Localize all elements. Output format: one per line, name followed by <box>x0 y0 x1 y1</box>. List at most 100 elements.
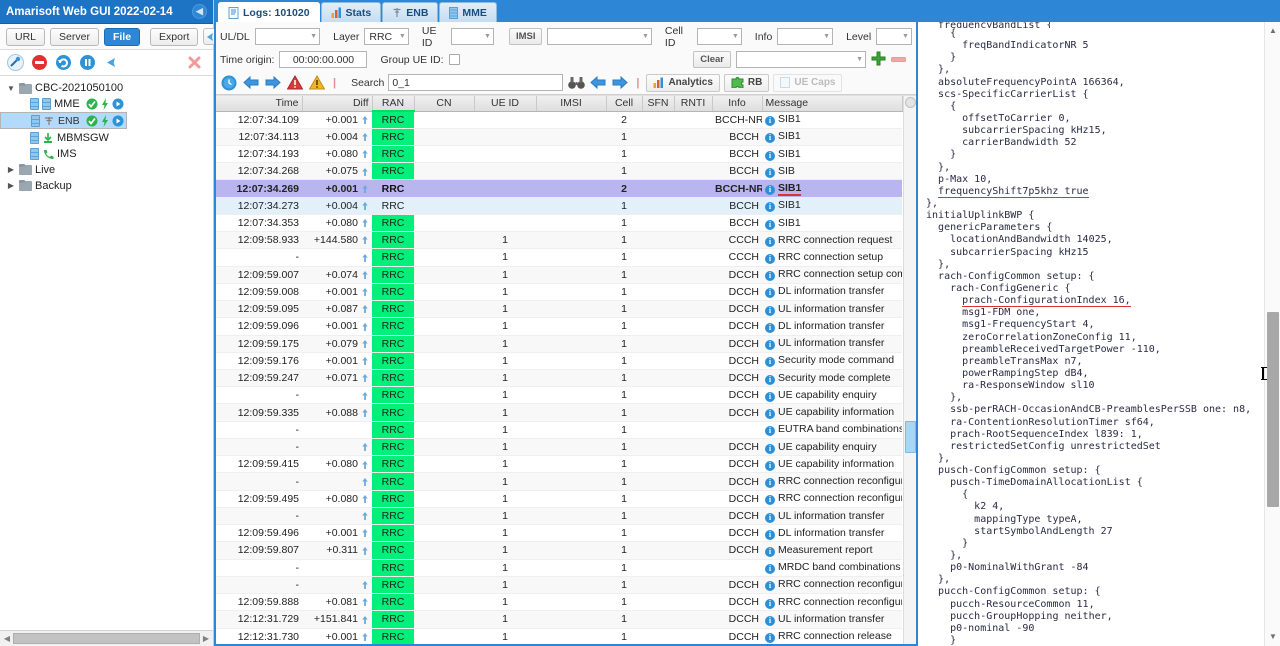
col-info[interactable]: Info <box>712 96 763 112</box>
table-row[interactable]: - RRC 1 1 i MRDC band combinations <box>216 559 902 577</box>
table-row[interactable]: 12:09:59.888 +0.081 RRC 1 1 DCCH i RRC connecti… <box>216 593 902 612</box>
group-ueid-checkbox[interactable] <box>448 54 460 65</box>
table-row[interactable]: 12:07:34.109 +0.001 RRC 2 BCCH-NR i SIB1 <box>216 111 902 129</box>
tree-node-ims[interactable]: IMS <box>0 146 213 162</box>
table-row[interactable]: 12:09:58.933 +144.580 RRC 1 1 CCCH i RRC connec… <box>216 231 902 250</box>
col-ran[interactable]: RAN <box>372 96 415 112</box>
arrow-right-blue-icon[interactable] <box>264 74 282 92</box>
scrollbar-thumb[interactable] <box>13 633 200 644</box>
minus-icon[interactable] <box>891 54 906 66</box>
table-row[interactable]: 12:09:59.007 +0.074 RRC 1 1 DCCH i RRC connecti… <box>216 266 902 284</box>
tab-stats[interactable]: Stats <box>320 2 382 22</box>
info-select[interactable]: ▼ <box>777 28 834 45</box>
collapse-arrow-icon[interactable]: ▶ <box>6 181 16 190</box>
chevron-left-icon[interactable]: ◀ <box>192 4 207 19</box>
binoculars-icon[interactable] <box>567 74 585 92</box>
wrench-icon[interactable] <box>5 52 26 73</box>
imsi-select[interactable]: ▼ <box>547 28 652 45</box>
arrow-left-blue-icon[interactable] <box>242 74 260 92</box>
table-row[interactable]: 12:07:34.113 +0.004 RRC 1 BCCH i SIB1 <box>216 128 902 146</box>
table-row[interactable]: 12:09:59.496 +0.001 RRC 1 1 DCCH i DL informati… <box>216 524 902 543</box>
table-row[interactable]: - RRC 1 1 DCCHiRRC connection reconfiguratio… <box>216 472 902 491</box>
imsi-button[interactable]: IMSI <box>508 28 543 45</box>
collapse-arrow-icon[interactable]: ▶ <box>6 165 16 174</box>
scroll-right-arrow-icon[interactable]: ▶ <box>200 634 212 643</box>
col-imsi[interactable]: IMSI <box>536 96 607 112</box>
table-row[interactable]: 12:09:59.008 +0.001 RRC 1 1 DCCH i DL informati… <box>216 283 902 302</box>
scroll-left-arrow-icon[interactable]: ◀ <box>1 634 13 643</box>
table-row[interactable]: 12:09:59.175 +0.079 RRC 1 1 DCCH i UL informati… <box>216 335 902 353</box>
table-row[interactable]: 12:09:59.495 +0.080 RRC 1 1 DCCH i RRC connecti… <box>216 490 902 508</box>
close-icon[interactable] <box>184 52 205 73</box>
tree-node-enb[interactable]: ENB <box>0 112 127 129</box>
scroll-down-arrow-icon[interactable]: ▼ <box>1268 632 1278 642</box>
scrollbar-thumb[interactable] <box>904 421 916 453</box>
table-row[interactable]: - RRC 1 1 DCCH i UE capability enquiry <box>216 438 902 457</box>
pause-icon[interactable] <box>77 52 98 73</box>
time-origin-input[interactable]: 00:00:00.000 <box>279 51 368 68</box>
ueid-select[interactable]: ▼ <box>451 28 494 45</box>
col-time[interactable]: Time <box>216 96 303 112</box>
clear-button[interactable]: Clear <box>693 51 731 68</box>
col-cell[interactable]: Cell <box>606 96 643 112</box>
tab-enb[interactable]: ENB <box>382 2 439 22</box>
table-row[interactable]: 12:09:59.096 +0.001 RRC 1 1 DCCH i DL informati… <box>216 317 902 336</box>
warning-icon[interactable] <box>308 74 326 92</box>
table-row[interactable]: - RRC 1 1 DCCH i UL information transfer <box>216 507 902 526</box>
table-row[interactable]: 12:09:59.095 +0.087 RRC 1 1 DCCH i UL informati… <box>216 300 902 319</box>
cellid-select[interactable]: ▼ <box>697 28 742 45</box>
uldl-select[interactable]: ▼ <box>254 28 321 45</box>
search-prev-icon[interactable] <box>589 74 607 92</box>
table-row[interactable]: 12:09:59.335 +0.088 RRC 1 1 DCCH i UE capabilit… <box>216 403 902 422</box>
rb-button[interactable]: RB <box>723 73 770 92</box>
play-icon[interactable] <box>112 98 124 110</box>
tree-node-mbmsgw[interactable]: MBMSGW <box>0 130 213 146</box>
tree-node-live[interactable]: ▶ Live <box>0 162 213 178</box>
tree-node-cbc[interactable]: ▼ CBC-2021050100 <box>0 80 213 96</box>
table-row[interactable]: 12:09:59.807 +0.311 RRC 1 1 DCCH i Measurement … <box>216 541 902 560</box>
layer-select[interactable]: RRC ▼ <box>364 28 409 45</box>
tree-node-backup[interactable]: ▶ Backup <box>0 178 213 194</box>
log-vertical-scrollbar[interactable] <box>902 96 916 646</box>
col-cn[interactable]: CN <box>414 96 475 112</box>
server-button[interactable]: Server <box>50 27 99 46</box>
col-rnti[interactable]: RNTI <box>674 96 713 112</box>
search-next-icon[interactable] <box>611 74 629 92</box>
table-row[interactable]: 12:09:59.247 +0.071 RRC 1 1 DCCH i Security mod… <box>216 369 902 388</box>
col-ueid[interactable]: UE ID <box>474 96 537 112</box>
preset-select[interactable]: ▼ <box>736 51 866 68</box>
table-row[interactable]: 12:07:34.273 +0.004 RRC 1 BCCH i SIB1 <box>216 197 902 215</box>
table-row[interactable]: 12:07:34.193 +0.080 RRC 1 BCCH i SIB1 <box>216 145 902 164</box>
table-row[interactable]: - RRC 1 1 CCCH i RRC connection setup <box>216 248 902 267</box>
col-message[interactable]: Message <box>762 96 903 112</box>
stop-icon[interactable] <box>29 52 50 73</box>
table-row[interactable]: 12:09:59.415 +0.080 RRC 1 1 DCCH i UE capabilit… <box>216 455 902 474</box>
asn1-detail-text[interactable]: frequencyBandList { { freqBandIndicatorN… <box>918 22 1264 646</box>
search-input[interactable] <box>388 74 564 91</box>
tree-node-mme[interactable]: MME <box>0 96 213 112</box>
table-row[interactable]: - RRC 1 1 DCCHiRRC connection reconfiguratio… <box>216 576 902 595</box>
table-row[interactable]: - RRC 1 1 DCCH i UE capability enquiry <box>216 386 902 405</box>
level-select[interactable]: ▼ <box>876 28 912 45</box>
detail-vertical-scrollbar[interactable]: ▲ ▼ <box>1264 22 1280 646</box>
refresh-icon[interactable] <box>53 52 74 73</box>
export-button[interactable]: Export <box>150 27 199 46</box>
clock-icon[interactable] <box>220 74 238 92</box>
error-icon[interactable] <box>286 74 304 92</box>
scroll-up-arrow-icon[interactable]: ▲ <box>1268 26 1278 36</box>
table-row[interactable]: - RRC 1 1 i EUTRA band combinations <box>216 421 902 439</box>
scrollbar-thumb[interactable] <box>1267 312 1279 507</box>
table-row[interactable]: 12:07:34.353 +0.080 RRC 1 BCCH i SIB1 <box>216 214 902 233</box>
table-row[interactable]: 12:12:31.730 +0.001 RRC 1 1 DCCH i RRC connecti… <box>216 628 902 646</box>
play-icon[interactable] <box>112 115 124 127</box>
table-row[interactable]: 12:12:31.729 +151.841 RRC 1 1 DCCH i UL informa… <box>216 610 902 629</box>
tab-logs[interactable]: Logs: 101020 <box>218 2 320 22</box>
table-row[interactable]: 12:07:34.268 +0.075 RRC 1 BCCH i SIB <box>216 162 902 181</box>
tab-mme[interactable]: MME <box>439 2 497 22</box>
ue-caps-button[interactable]: UE Caps <box>773 73 843 92</box>
plug-icon[interactable] <box>101 52 122 73</box>
sidebar-horizontal-scrollbar[interactable]: ◀ ▶ <box>0 630 213 646</box>
col-diff[interactable]: Diff <box>302 96 373 112</box>
plus-icon[interactable] <box>871 51 886 69</box>
expand-arrow-icon[interactable]: ▼ <box>6 84 16 93</box>
